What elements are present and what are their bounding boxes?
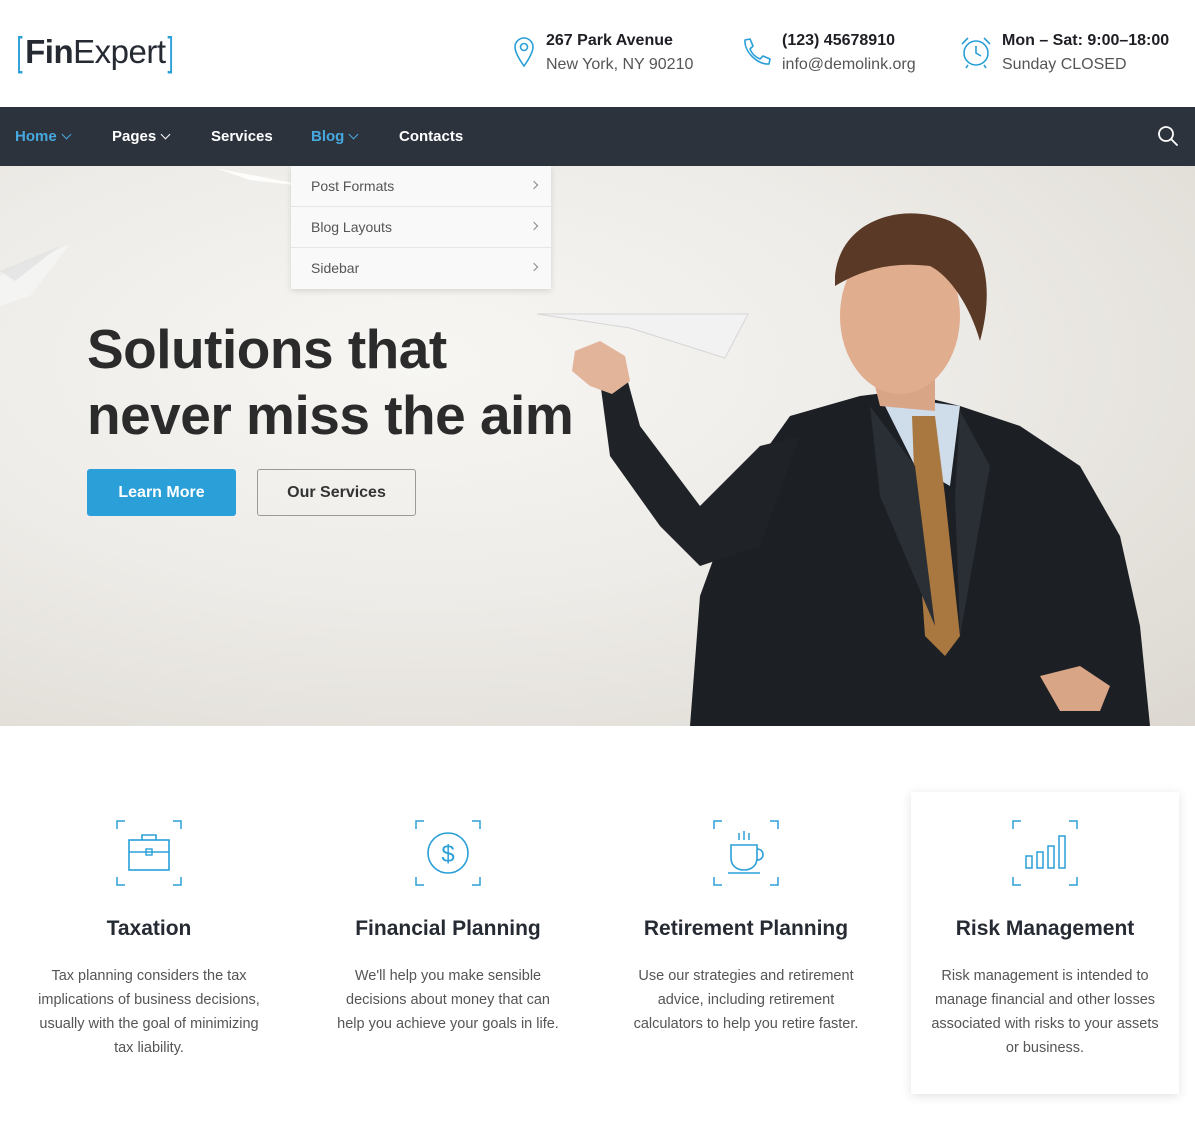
nav-item-pages-label: Pages: [112, 128, 157, 145]
service-card-risk-management[interactable]: Risk Management Risk management is inten…: [911, 792, 1179, 1094]
service-title: Financial Planning: [355, 917, 541, 940]
service-description: We'll help you make sensible decisions a…: [337, 968, 559, 1032]
hero-title-line2: never miss the aim: [87, 384, 574, 446]
nav-item-contacts[interactable]: Contacts: [399, 107, 463, 166]
search-icon[interactable]: [1157, 125, 1179, 147]
logo-bracket-right: ]: [167, 30, 175, 74]
service-title: Taxation: [106, 917, 192, 940]
dropdown-item-post-formats[interactable]: Post Formats: [291, 166, 551, 207]
contact-address: 267 Park Avenue New York, NY 90210: [510, 30, 693, 78]
address-city: New York, NY 90210: [546, 56, 694, 73]
chevron-right-icon: [529, 262, 539, 272]
dropdown-item-blog-layouts[interactable]: Blog Layouts: [291, 207, 551, 248]
service-description: Risk management is intended to manage fi…: [931, 968, 1159, 1056]
service-title: Retirement Planning: [643, 917, 849, 940]
nav-item-home-label: Home: [15, 128, 57, 145]
service-card-financial-planning[interactable]: $ Financial Planning We'll help you make…: [314, 792, 582, 1094]
hero-title-line1: Solutions that: [87, 318, 447, 380]
dropdown-item-sidebar[interactable]: Sidebar: [291, 248, 551, 289]
site-logo[interactable]: [ Fin Expert ]: [14, 30, 177, 74]
contact-hours: Mon – Sat: 9:00–18:00 Sunday CLOSED: [958, 30, 1169, 78]
our-services-button[interactable]: Our Services: [257, 469, 416, 516]
chevron-right-icon: [529, 180, 539, 190]
coffee-cup-icon: [713, 820, 779, 886]
address-street: 267 Park Avenue: [546, 32, 673, 49]
chevron-down-icon: [61, 129, 72, 140]
chevron-down-icon: [160, 129, 171, 140]
hero-banner: Solutions that never miss the aim Learn …: [0, 166, 1195, 726]
hero-title: Solutions that never miss the aim: [87, 316, 574, 448]
svg-text:$: $: [441, 841, 454, 868]
chevron-right-icon: [529, 221, 539, 231]
bar-chart-icon: [1012, 820, 1078, 886]
nav-item-home[interactable]: Home: [15, 107, 72, 166]
nav-item-services[interactable]: Services: [211, 107, 273, 166]
main-nav: Home Pages Services Blog Contacts: [0, 107, 1195, 166]
nav-item-services-label: Services: [211, 128, 273, 145]
nav-item-blog-label: Blog: [311, 128, 345, 145]
service-card-taxation[interactable]: Taxation Tax planning considers the tax …: [15, 792, 283, 1094]
chevron-down-icon: [348, 129, 359, 140]
service-card-retirement-planning[interactable]: Retirement Planning Use our strategies a…: [612, 792, 880, 1094]
blog-dropdown-menu: Post Formats Blog Layouts Sidebar: [291, 166, 551, 289]
dropdown-item-label: Blog Layouts: [311, 219, 392, 235]
map-pin-icon: [514, 37, 534, 68]
dollar-coin-icon: $: [415, 820, 481, 886]
logo-bracket-left: [: [16, 30, 23, 74]
learn-more-button[interactable]: Learn More: [87, 469, 236, 516]
hours-sunday: Sunday CLOSED: [1002, 56, 1127, 73]
dropdown-item-label: Post Formats: [311, 178, 395, 194]
phone-icon: [744, 38, 771, 65]
service-description: Tax planning considers the tax implicati…: [38, 968, 260, 1056]
contact-phone: (123) 45678910 info@demolink.org: [738, 30, 916, 78]
site-header: [ Fin Expert ] 267 Park Avenue New York,…: [0, 0, 1195, 107]
logo-text-expert: Expert: [73, 33, 166, 70]
phone-number[interactable]: (123) 45678910: [782, 30, 916, 52]
service-title: Risk Management: [955, 917, 1135, 940]
service-description: Use our strategies and retirement advice…: [633, 968, 859, 1032]
email-address[interactable]: info@demolink.org: [782, 52, 916, 78]
nav-item-blog[interactable]: Blog: [311, 107, 359, 166]
dropdown-item-label: Sidebar: [311, 260, 360, 276]
logo-text-fin: Fin: [25, 33, 74, 70]
briefcase-icon: [116, 820, 182, 886]
nav-item-pages[interactable]: Pages: [112, 107, 171, 166]
alarm-clock-icon: [961, 37, 991, 69]
nav-item-contacts-label: Contacts: [399, 128, 464, 145]
hours-weekdays: Mon – Sat: 9:00–18:00: [1002, 32, 1170, 49]
